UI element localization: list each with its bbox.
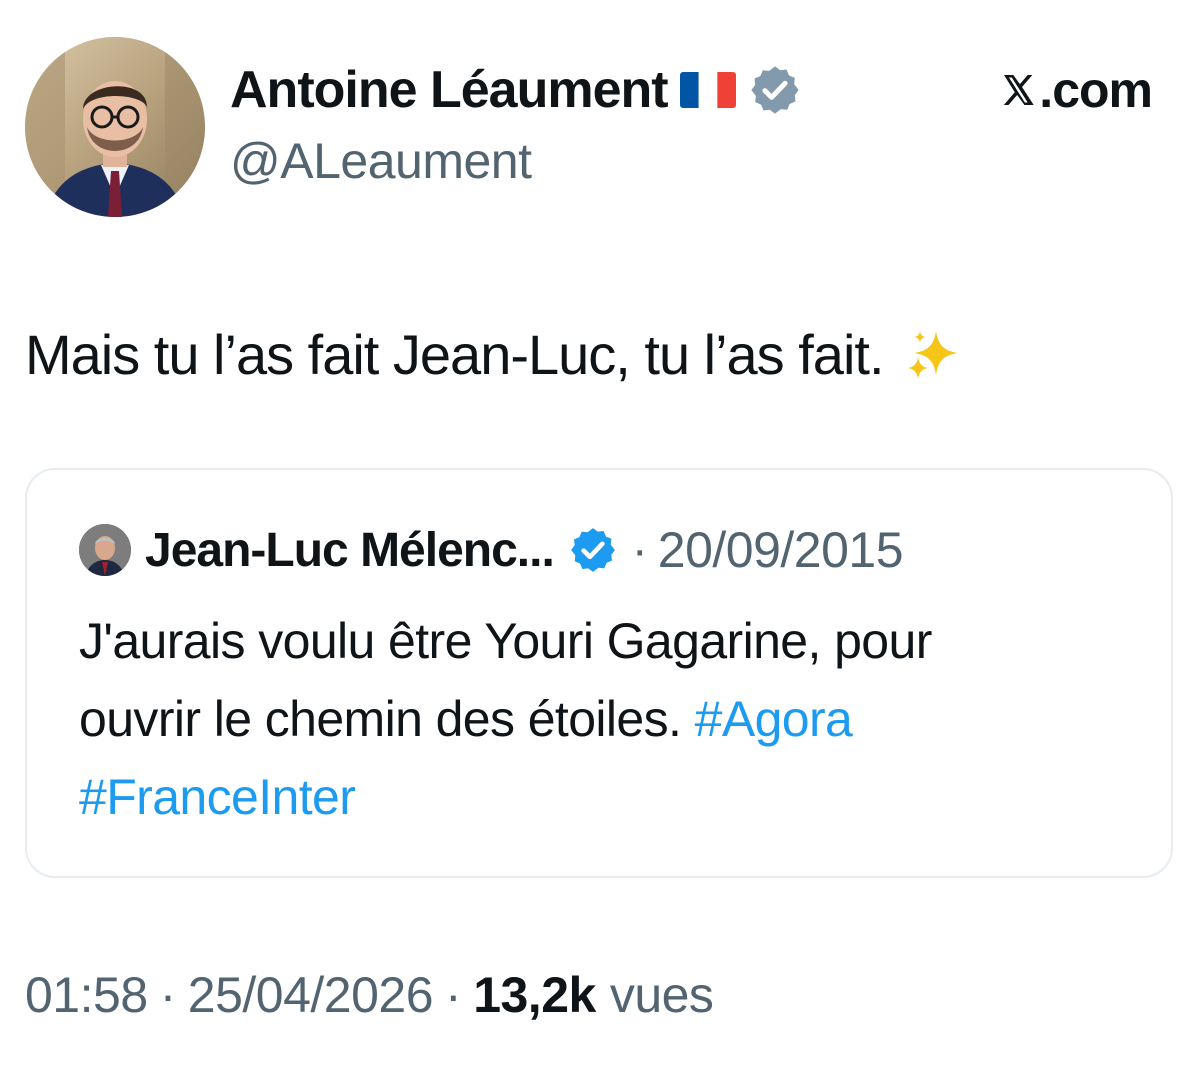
blue-verified-badge-icon[interactable] [568,525,618,575]
quoted-text-line: #FranceInter [79,758,1149,836]
quoted-tweet-date[interactable]: 20/09/2015 [658,521,904,579]
quoted-separator: · [631,523,648,577]
quoted-author-name[interactable]: Jean-Luc Mélenc... [145,523,555,578]
profile-photo [25,37,205,217]
x-logo-icon [1001,71,1037,109]
site-brand: .com [1001,58,1153,122]
meta-separator: · [445,967,462,1023]
meta-separator: · [159,967,177,1023]
hashtag-link-agora[interactable]: #Agora [695,691,853,747]
quoted-tweet-body: J'aurais voulu être Youri Gagarine, pour… [79,602,1149,836]
quoted-text-segment: ouvrir le chemin des étoiles. [79,691,695,747]
author-handle[interactable]: @ALeaument [230,132,532,190]
tweet-date[interactable]: 25/04/2026 [188,966,434,1024]
quoted-text-line: J'aurais voulu être Youri Gagarine, pour [79,613,932,669]
author-name-row: Antoine Léaument [230,56,802,124]
hashtag-link-franceinter[interactable]: #FranceInter [79,769,356,825]
tweet-meta: 01:58 · 25/04/2026 · 13,2k vues [25,960,714,1030]
author-avatar[interactable] [25,37,205,217]
quoted-tweet-header: Jean-Luc Mélenc... · 20/09/2015 [79,518,904,582]
gray-verified-badge-icon[interactable] [748,63,802,117]
views-label: vues [609,967,714,1023]
france-flag-icon [679,72,736,108]
tweet-time[interactable]: 01:58 [25,966,148,1024]
views-count: 13,2k [473,967,596,1023]
tweet-body: Mais tu l’as fait Jean-Luc, tu l’as fait… [25,323,884,386]
tweet-text: Mais tu l’as fait Jean-Luc, tu l’as fait… [25,322,962,387]
brand-suffix: .com [1039,62,1153,118]
quoted-tweet-card[interactable]: Jean-Luc Mélenc... · 20/09/2015 J'aurais… [25,468,1173,878]
sparkles-icon [906,327,962,383]
quoted-author-avatar[interactable] [79,524,131,576]
author-display-name[interactable]: Antoine Léaument [230,60,669,120]
quoted-text-line: ouvrir le chemin des étoiles. #Agora [79,680,1149,758]
